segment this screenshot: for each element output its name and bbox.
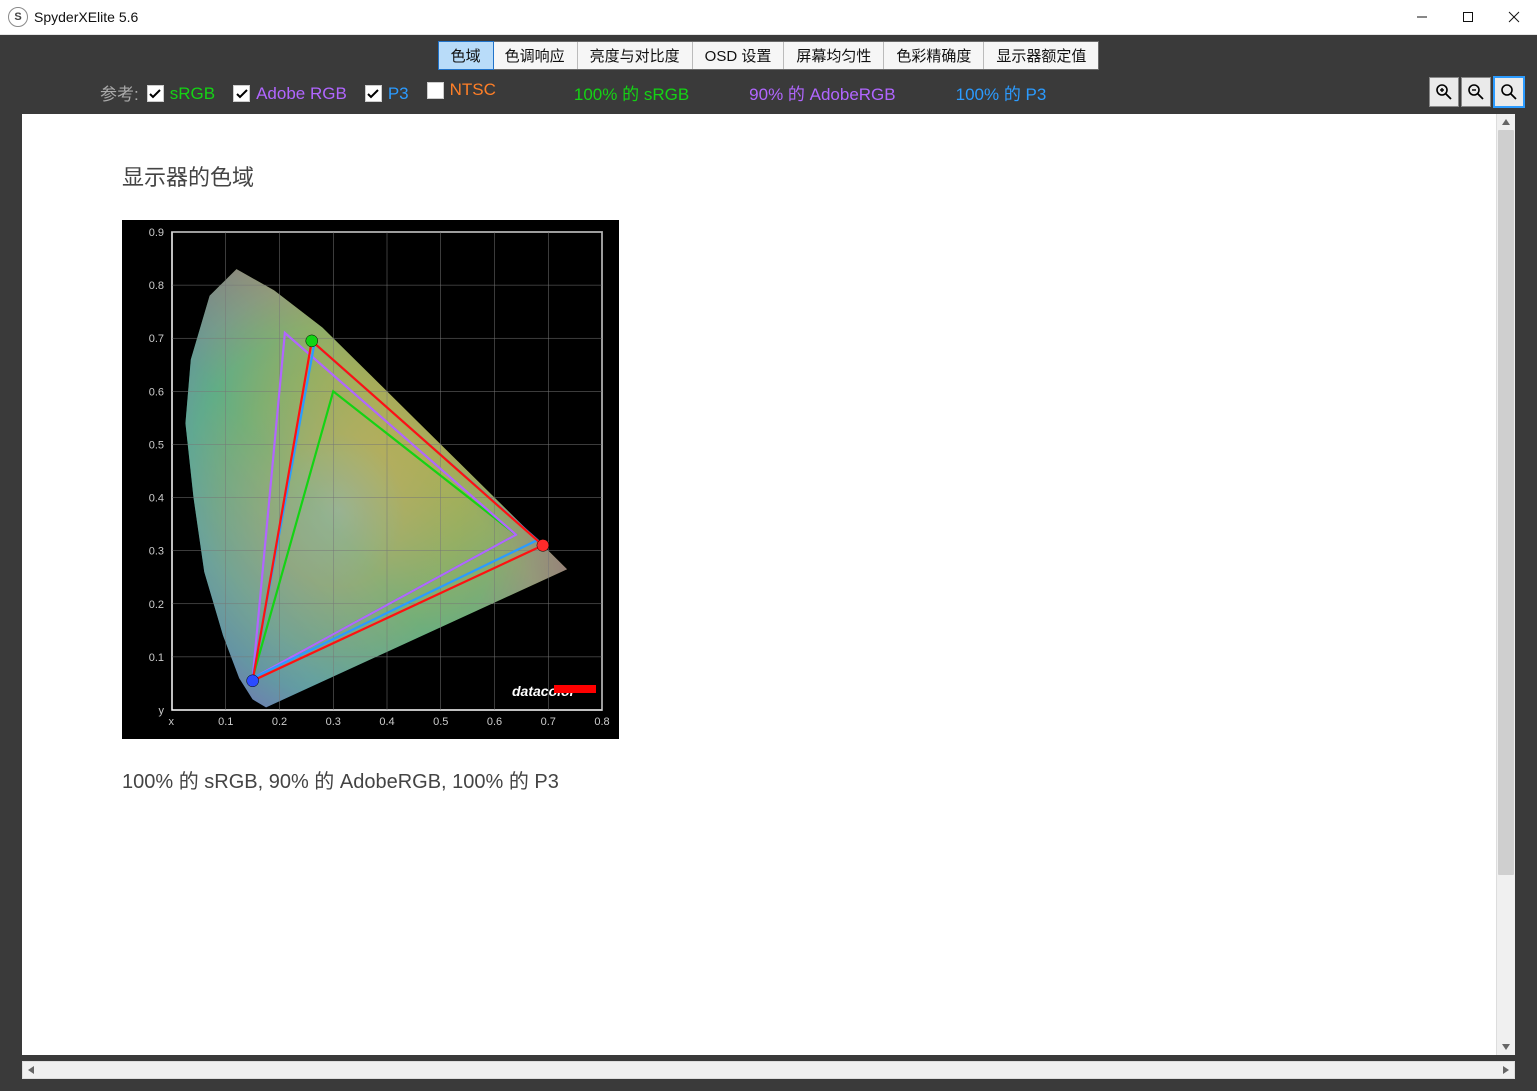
svg-text:0.7: 0.7 [149, 333, 164, 345]
gamut-result: 100% 的 sRGB [574, 80, 689, 105]
gamut-result: 100% 的 P3 [956, 80, 1047, 105]
ref-checkbox-srgb[interactable]: sRGB [147, 84, 215, 104]
gamut-chart: 0.1 0.2 0.3 0.4 0.5 0.6 0.7 0.8 0.1 0.2 0.3 0.4 0.5 0… [122, 220, 619, 739]
svg-text:0.8: 0.8 [149, 280, 164, 292]
content-panel: 显示器的色域 0.1 0.2 0.3 0.4 0.5 0.6 0.7 0.8 0.1 0.2 0.3… [22, 114, 1515, 1055]
svg-text:0.4: 0.4 [149, 493, 164, 505]
tab-色彩精确度[interactable]: 色彩精确度 [884, 42, 984, 69]
tab-色调响应[interactable]: 色调响应 [493, 42, 578, 69]
reference-label: 参考: [100, 80, 139, 105]
maximize-button[interactable] [1445, 0, 1491, 34]
vertical-scrollbar[interactable] [1496, 114, 1515, 1055]
horizontal-scrollbar[interactable] [22, 1061, 1515, 1079]
svg-text:0.8: 0.8 [594, 716, 609, 728]
zoom-in-button[interactable] [1429, 77, 1459, 107]
svg-text:x: x [169, 716, 175, 728]
page-heading: 显示器的色域 [122, 160, 1515, 192]
svg-text:0.9: 0.9 [149, 227, 164, 239]
ref-checkbox-adobe-rgb[interactable]: Adobe RGB [233, 84, 347, 104]
zoom-out-button[interactable] [1461, 77, 1491, 107]
reference-toolbar: 参考: sRGB Adobe RGB P3 NTSC 100% 的 sRGB 90% 的… [0, 70, 1537, 114]
svg-text:0.3: 0.3 [326, 716, 341, 728]
tab-显示器额定值[interactable]: 显示器额定值 [984, 42, 1098, 69]
tab-色域[interactable]: 色域 [438, 41, 494, 70]
svg-text:0.5: 0.5 [149, 439, 164, 451]
gamut-result: 90% 的 AdobeRGB [749, 80, 895, 105]
ref-checkbox-p3[interactable]: P3 [365, 84, 409, 104]
svg-text:0.5: 0.5 [433, 716, 448, 728]
svg-text:0.6: 0.6 [149, 386, 164, 398]
svg-text:0.1: 0.1 [149, 652, 164, 664]
ref-checkbox-ntsc[interactable]: NTSC [427, 80, 496, 100]
tab-屏幕均匀性[interactable]: 屏幕均匀性 [784, 42, 884, 69]
title-bar: S SpyderXElite 5.6 [0, 0, 1537, 35]
minimize-button[interactable] [1399, 0, 1445, 34]
svg-text:0.1: 0.1 [218, 716, 233, 728]
tab-strip: 色域色调响应亮度与对比度OSD 设置屏幕均匀性色彩精确度显示器额定值 [0, 35, 1537, 70]
svg-text:0.4: 0.4 [379, 716, 394, 728]
svg-text:0.3: 0.3 [149, 546, 164, 558]
close-button[interactable] [1491, 0, 1537, 34]
tab-亮度与对比度[interactable]: 亮度与对比度 [578, 42, 693, 69]
svg-text:0.7: 0.7 [541, 716, 556, 728]
app-icon: S [8, 7, 28, 27]
svg-text:0.2: 0.2 [149, 599, 164, 611]
window-title: SpyderXElite 5.6 [34, 9, 138, 25]
tab-OSD 设置[interactable]: OSD 设置 [693, 42, 785, 69]
svg-text:y: y [159, 705, 165, 717]
svg-text:0.6: 0.6 [487, 716, 502, 728]
zoom-fit-button[interactable] [1493, 76, 1525, 108]
svg-text:0.2: 0.2 [272, 716, 287, 728]
gamut-caption: 100% 的 sRGB, 90% 的 AdobeRGB, 100% 的 P3 [122, 765, 1515, 794]
